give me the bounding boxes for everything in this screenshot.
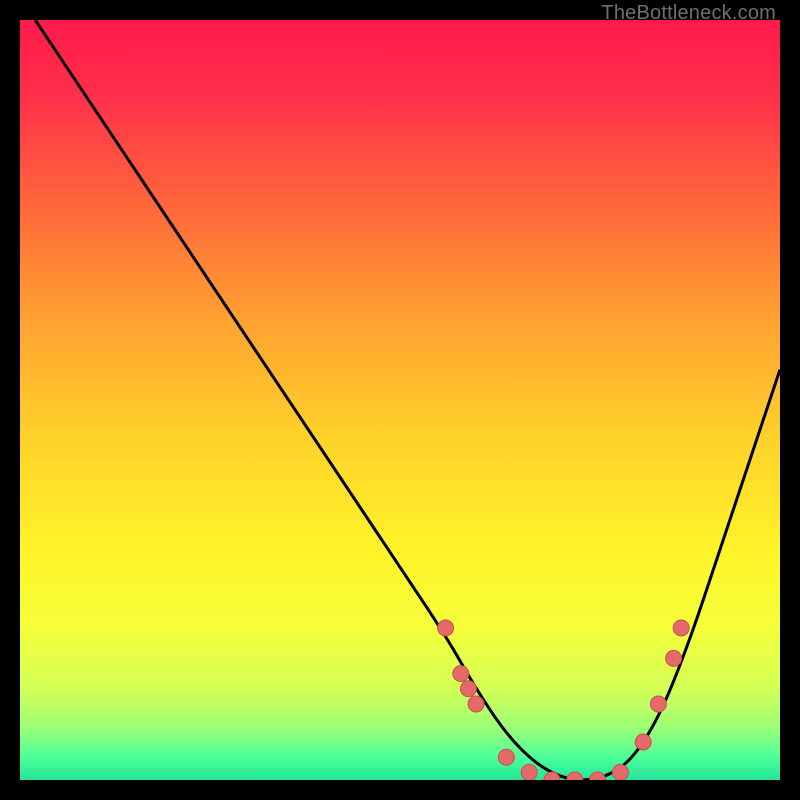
data-dot	[438, 620, 454, 636]
data-dot	[673, 620, 689, 636]
chart-frame	[20, 20, 780, 780]
bottleneck-chart	[20, 20, 780, 780]
data-dot	[453, 666, 469, 682]
data-dot	[521, 764, 537, 780]
data-dot	[612, 764, 628, 780]
data-dot	[460, 681, 476, 697]
data-dot	[468, 696, 484, 712]
data-dot	[666, 650, 682, 666]
data-dot	[635, 734, 651, 750]
data-dot	[650, 696, 666, 712]
gradient-background	[20, 20, 780, 780]
data-dot	[498, 749, 514, 765]
